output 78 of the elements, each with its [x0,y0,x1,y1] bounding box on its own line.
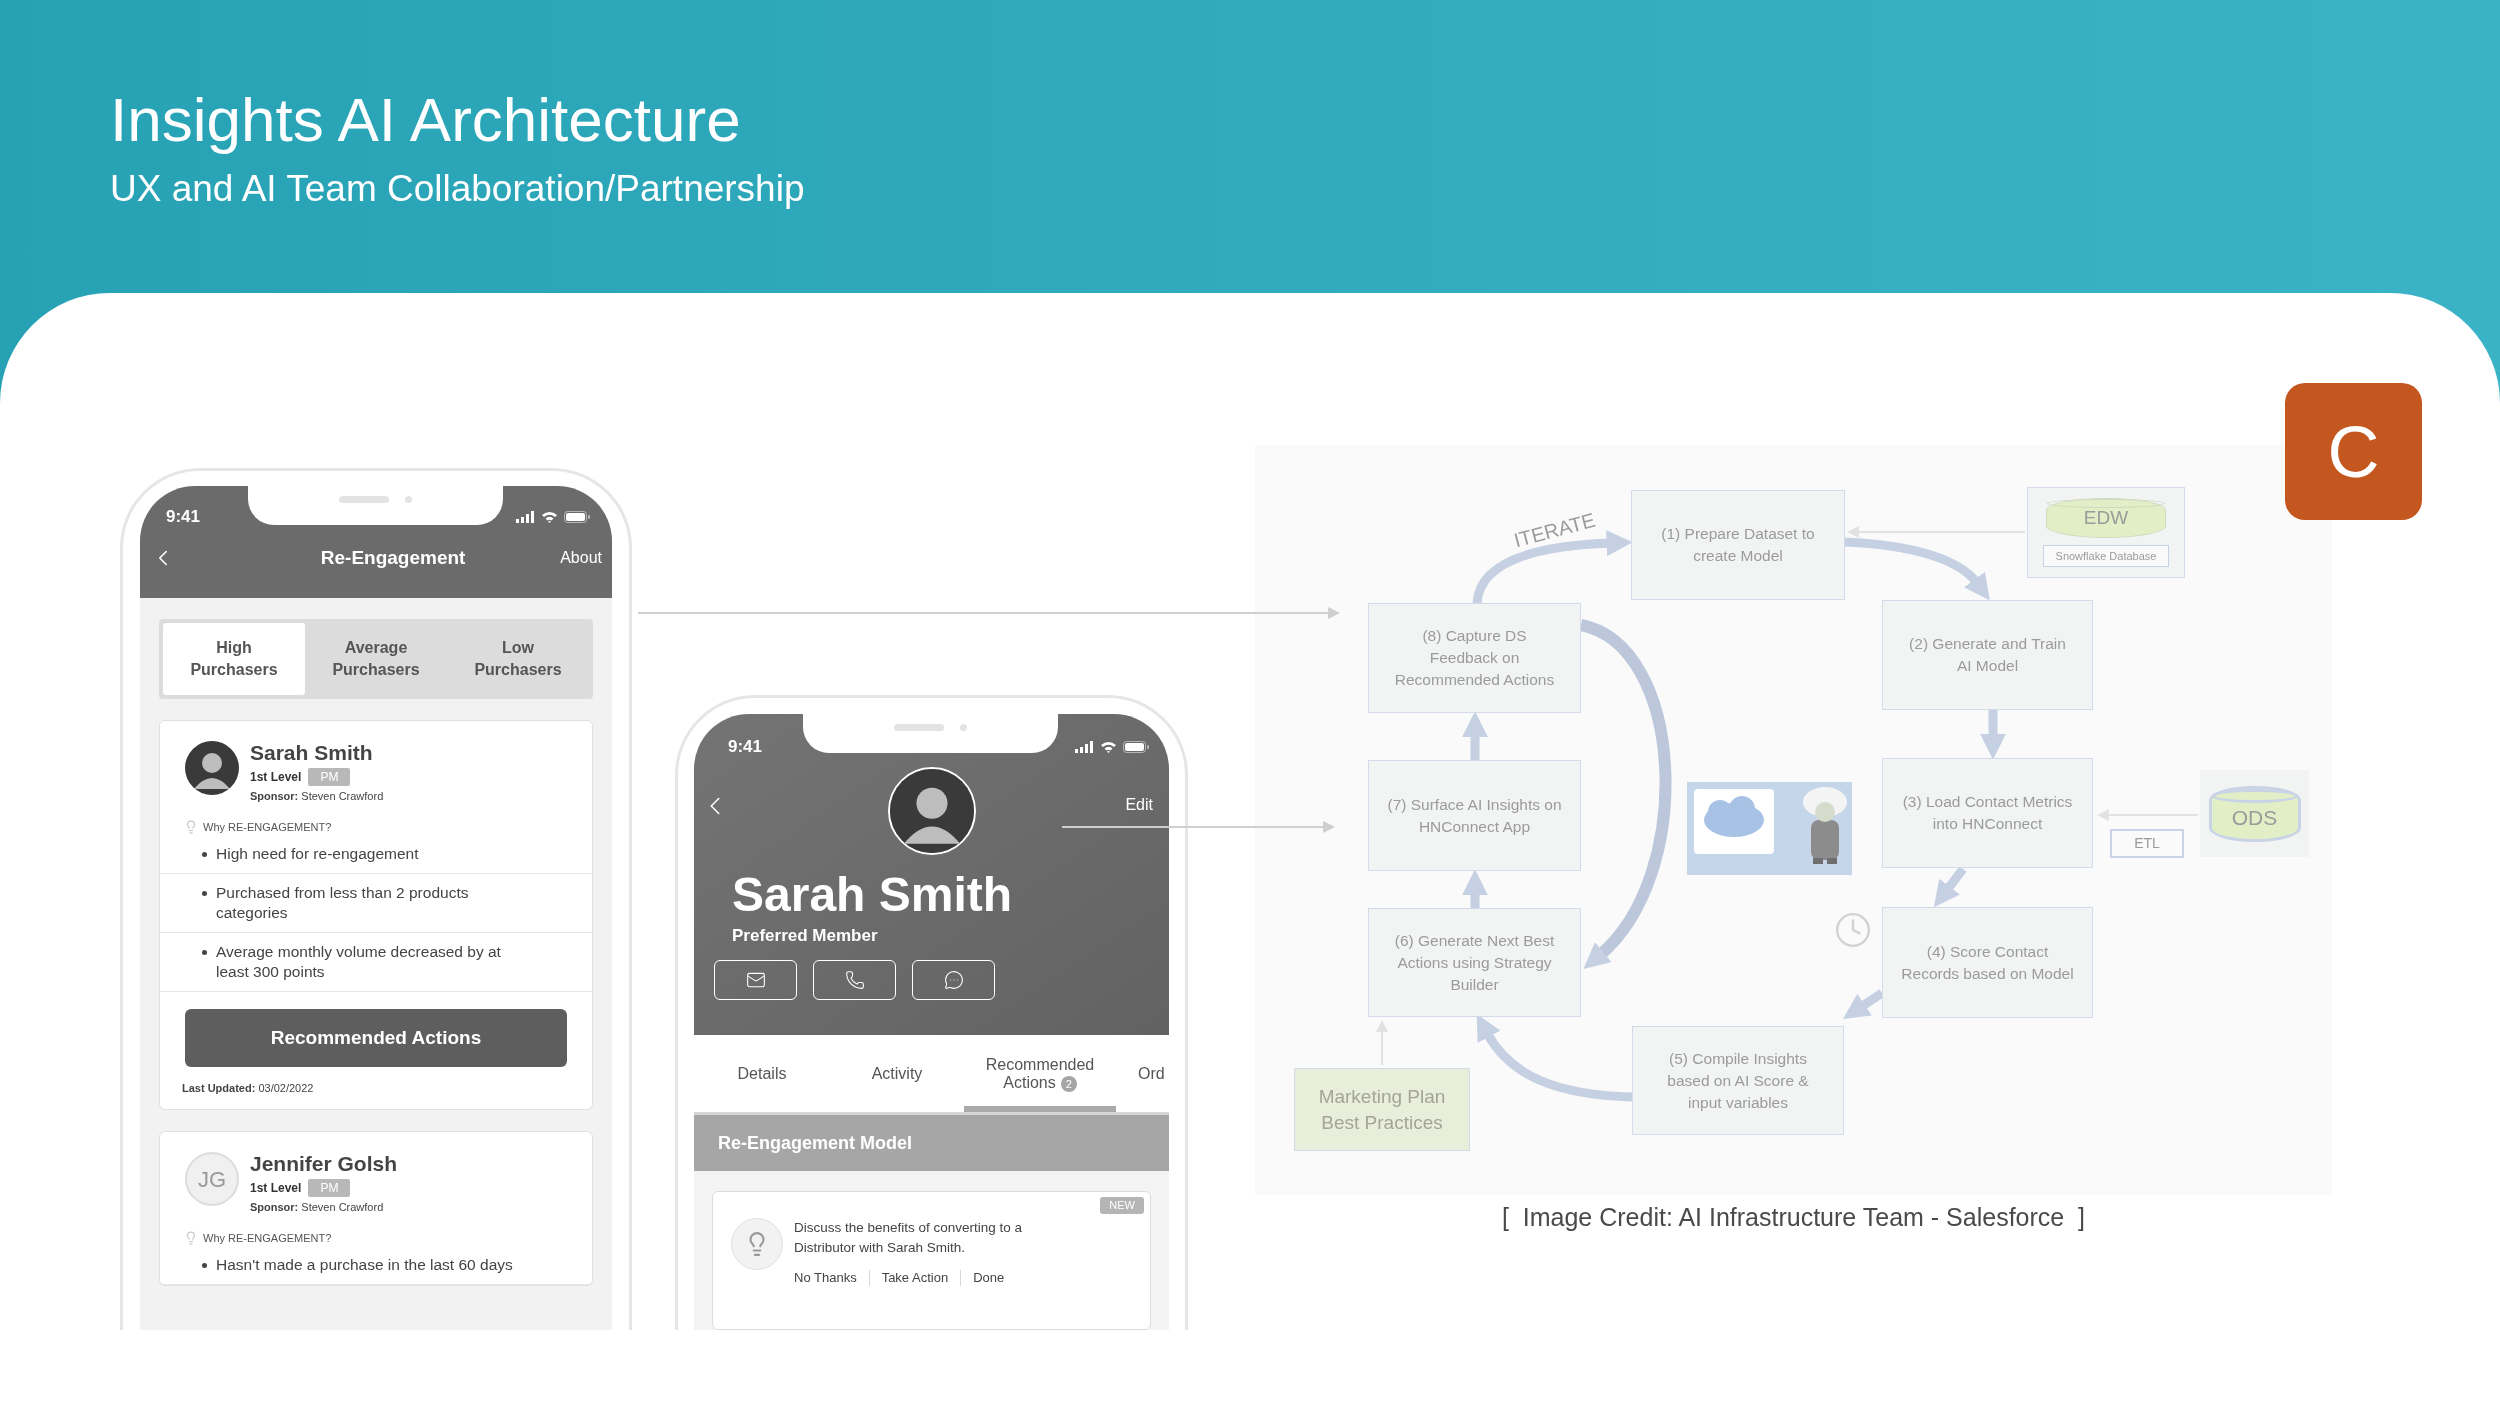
contact-name: Jennifer Golsh [250,1152,398,1176]
role-tag: PM [308,768,351,786]
profile-tab[interactable]: Ord [1116,1035,1165,1112]
phone-icon [844,970,865,990]
input-arrow [1376,1020,1388,1066]
wifi-icon [1100,740,1117,753]
step-box: (1) Prepare Dataset to create Model [1631,490,1845,600]
lightbulb-icon [731,1218,783,1270]
database-cylinder: EDW [2046,498,2166,538]
avatar: JG [185,1152,239,1206]
level-label: 1st Level [250,769,302,786]
segment-tab[interactable]: Average Purchasers [305,623,447,695]
etl-label: ETL [2110,829,2184,858]
action-text: Discuss the benefits of converting to a Distributor with Sarah Smith. [794,1219,1024,1257]
action-link[interactable]: Done [973,1268,1005,1288]
marketing-box: Marketing Plan Best Practices [1294,1068,1470,1151]
step-box: (4) Score Contact Records based on Model [1882,907,2093,1018]
avatar [185,741,239,795]
reason-text: Purchased from less than 2 products categories [216,883,470,923]
iterate-label: ITERATE [1510,507,1599,554]
contact-button[interactable] [813,960,896,1000]
why-label: Why RE-ENGAGEMENT? [203,1230,332,1246]
step-box: (5) Compile Insights based on AI Score & input variables [1632,1026,1844,1135]
reason-text: High need for re-engagement [216,844,419,864]
reason-text: Average monthly volume decreased by at least 300 points [216,942,502,982]
profile-tab[interactable]: Details [694,1035,830,1112]
screen-title: Re-Engagement [320,545,466,570]
sponsor-text: Sponsor: Steven Crawford [250,1200,385,1215]
member-status: Preferred Member [732,924,879,947]
lightbulb-icon [184,819,198,834]
slide-subtitle: UX and AI Team Collaboration/Partnership [110,167,806,211]
last-updated-text: Last Updated: 03/02/2022 [182,1082,314,1094]
contact-name: Sarah Smith [250,741,374,765]
slide-title: Insights AI Architecture [110,84,742,156]
status-time: 9:41 [728,736,763,758]
chat-icon [943,970,964,990]
step-box: (3) Load Contact Metrics into HNConnect [1882,758,2093,868]
section-title: Re-Engagement Model [718,1131,913,1155]
about-link[interactable]: About [560,545,602,570]
edit-link[interactable]: Edit [1125,792,1153,817]
flow-arrow [1462,869,1488,908]
profile-name: Sarah Smith [732,866,1014,923]
database-label: Snowflake Database [2042,545,2170,567]
level-label: 1st Level [250,1180,302,1197]
role-tag: PM [308,1179,351,1197]
database-cylinder: ODS [2208,785,2301,842]
segment-tab[interactable]: Low Purchasers [447,623,589,695]
segment-tab[interactable]: High Purchasers [163,623,305,695]
step-box: (7) Surface AI Insights on HNConnect App [1368,760,1581,871]
new-badge: NEW [1100,1197,1144,1214]
flow-arrow [1980,710,2006,760]
mail-icon [745,970,766,990]
flow-arrow [1462,711,1488,760]
step-box: (8) Capture DS Feedback on Recommended Actions [1368,603,1581,713]
flow-arrow [1933,866,1967,908]
battery-icon [1123,740,1149,753]
profile-tab[interactable]: Activity [830,1035,964,1112]
wifi-icon [541,510,558,523]
sponsor-text: Sponsor: Steven Crawford [250,789,384,804]
lightbulb-icon [184,1230,198,1245]
action-link[interactable]: Take Action [881,1268,949,1288]
flow-arrow [1842,989,1885,1019]
section-badge: C [2285,383,2422,520]
recommended-actions-button[interactable]: Recommended Actions [185,1009,567,1067]
contact-button[interactable] [912,960,995,1000]
battery-icon [564,510,590,523]
signal-icon [516,510,535,523]
clock-icon [1834,911,1872,949]
image-credit: [ Image Credit: AI Infrastructure Team - Salesforce ] [1501,1202,2086,1233]
why-label: Why RE-ENGAGEMENT? [203,819,332,835]
step-box: (6) Generate Next Best Actions using Strategy Builder [1368,908,1581,1017]
step-box: (2) Generate and Train AI Model [1882,600,2093,710]
status-time: 9:41 [166,506,201,528]
signal-icon [1075,740,1094,753]
reason-text: Hasn't made a purchase in the last 60 days [216,1255,513,1275]
contact-button[interactable] [714,960,797,1000]
count-badge: 2 [1060,1075,1077,1092]
action-link[interactable]: No Thanks [794,1268,857,1288]
